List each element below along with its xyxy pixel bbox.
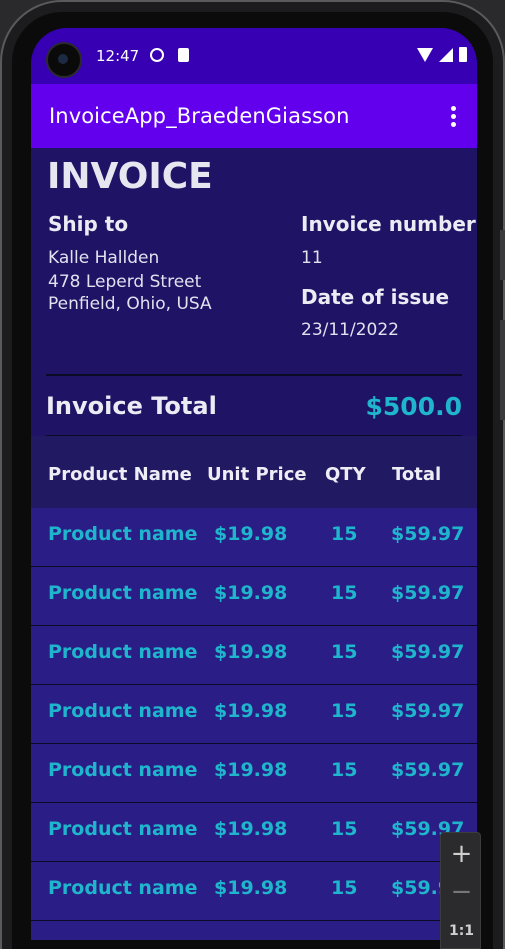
zoom-ratio-button[interactable]: 1:1 [441,913,482,949]
table-row-partial[interactable] [31,921,477,940]
cell-unit-price: $19.98 [214,641,288,663]
invoice-total-value: $500.0 [365,392,462,421]
table-row[interactable]: Product name $19.98 15 $59.97 [31,508,477,567]
overflow-menu-icon[interactable] [451,106,457,127]
cell-product-name: Product name [48,818,198,840]
cell-qty: 15 [331,641,358,663]
table-row[interactable]: Product name $19.98 15 $59.97 [31,567,477,626]
zoom-in-button[interactable]: + [441,835,482,873]
header-product-name: Product Name [48,464,192,485]
cell-unit-price: $19.98 [214,759,288,781]
wifi-icon [417,48,433,62]
cell-product-name: Product name [48,582,198,604]
cell-unit-price: $19.98 [214,582,288,604]
cell-product-name: Product name [48,641,198,663]
cell-total: $59.97 [391,582,465,604]
cell-qty: 15 [331,700,358,722]
invoice-content: INVOICE Ship to Kalle Hallden 478 Leperd… [31,148,477,940]
invoice-heading: INVOICE [47,156,213,197]
cell-total: $59.97 [391,759,465,781]
cell-product-name: Product name [48,700,198,722]
invoice-number-label: Invoice number [301,212,476,236]
date-of-issue-label: Date of issue [301,285,450,309]
battery-icon [459,47,467,62]
front-camera [46,42,82,78]
cell-unit-price: $19.98 [214,818,288,840]
table-row[interactable]: Product name $19.98 15 $59.9 [31,862,477,921]
status-time: 12:47 [96,47,140,65]
ship-to-street: 478 Leperd Street [48,272,202,292]
table-row[interactable]: Product name $19.98 15 $59.97 [31,626,477,685]
device-screen: 12:47 InvoiceApp_BraedenGiasson INVOICE … [31,28,477,940]
ship-to-name: Kalle Hallden [48,248,160,268]
cell-product-name: Product name [48,877,198,899]
header-qty: QTY [325,464,366,485]
notification-icon [150,48,164,62]
cell-total: $59.97 [391,641,465,663]
date-of-issue-value: 23/11/2022 [301,320,399,340]
table-row[interactable]: Product name $19.98 15 $59.97 [31,803,477,862]
header-unit-price: Unit Price [207,464,307,485]
invoice-total-label: Invoice Total [46,392,217,420]
ship-to-label: Ship to [48,212,129,236]
ship-to-city: Penfield, Ohio, USA [48,294,212,314]
sd-card-icon [178,48,189,62]
cell-qty: 15 [331,759,358,781]
signal-icon [439,48,453,62]
cell-qty: 15 [331,818,358,840]
cell-qty: 15 [331,582,358,604]
divider [46,374,462,376]
invoice-number-value: 11 [301,248,323,268]
status-bar: 12:47 [31,28,477,84]
cell-total: $59.97 [391,700,465,722]
cell-qty: 15 [331,877,358,899]
device-frame: 12:47 InvoiceApp_BraedenGiasson INVOICE … [0,0,505,949]
zoom-out-button[interactable]: − [441,873,482,911]
header-total: Total [392,464,442,485]
table-row[interactable]: Product name $19.98 15 $59.97 [31,744,477,803]
product-table[interactable]: Product name $19.98 15 $59.97 Product na… [31,508,477,940]
cell-product-name: Product name [48,523,198,545]
cell-product-name: Product name [48,759,198,781]
app-title: InvoiceApp_BraedenGiasson [49,104,350,128]
cell-unit-price: $19.98 [214,877,288,899]
zoom-controls: + − 1:1 [440,832,481,949]
cell-unit-price: $19.98 [214,700,288,722]
app-bar: InvoiceApp_BraedenGiasson [31,84,477,148]
cell-unit-price: $19.98 [214,523,288,545]
cell-qty: 15 [331,523,358,545]
table-row[interactable]: Product name $19.98 15 $59.97 [31,685,477,744]
table-header: Product Name Unit Price QTY Total [31,436,477,508]
volume-button [500,320,505,420]
cell-total: $59.97 [391,523,465,545]
power-button [500,230,505,280]
